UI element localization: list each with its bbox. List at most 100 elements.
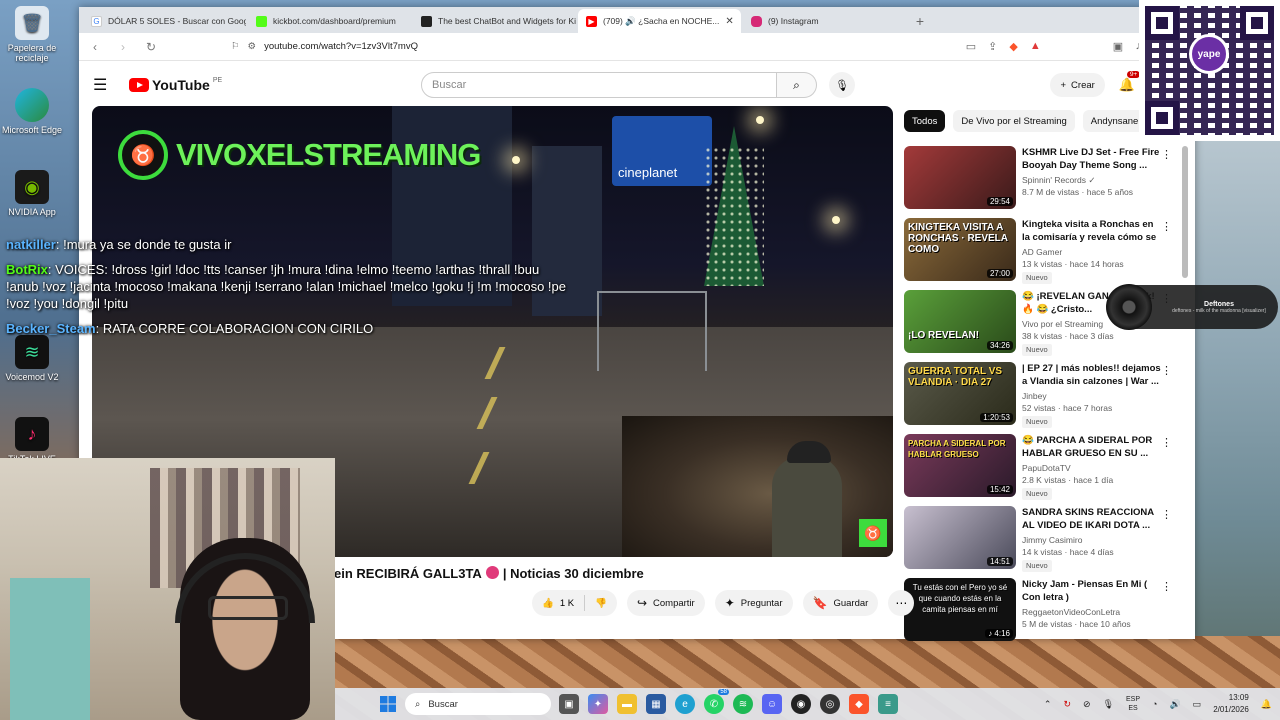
recommendation-item[interactable]: 29:54 KSHMR Live DJ Set - Free Fire Booy… [904,146,1174,218]
stream-brand: ♉ VIVOXELSTREAMING [118,130,481,180]
desktop-icon-recycle-bin[interactable]: 🗑 Papelera de reciclaje [0,6,64,63]
dislike-button[interactable]: 👎 [585,590,617,616]
video-thumbnail[interactable]: ¡LO REVELAN! 34:26 [904,290,1016,353]
chip-de-vivo[interactable]: De Vivo por el Streaming [953,110,1075,132]
webcam-overlay [0,458,335,720]
desktop-icon-tiktok[interactable]: ♪ TikTok LIVE [0,417,64,464]
streamer-cap [787,441,831,463]
recommendation-item[interactable]: KINGTEKA VISITA A RONCHAS · REVELA COMO … [904,218,1174,290]
edge-icon[interactable]: e [675,694,695,714]
video-thumbnail[interactable]: 14:51 [904,506,1016,569]
new-tab-button[interactable]: + [908,9,932,33]
wifi-icon[interactable]: ◔ [1152,699,1157,709]
like-button[interactable]: 👍 1 K [532,590,584,616]
brave-icon[interactable]: ◆ [849,694,869,714]
search-icon: ⌕ [415,698,421,710]
more-options-icon[interactable]: ⋮ [1161,220,1172,233]
search-input[interactable]: Buscar [421,72,777,98]
notification-bell-icon[interactable]: 🔔 [1261,699,1272,710]
nvidia-icon: ◉ [15,170,49,204]
sidebar-scrollbar[interactable] [1182,146,1188,638]
discord-icon[interactable]: ☺ [762,694,782,714]
video-thumbnail[interactable]: KINGTEKA VISITA A RONCHAS · REVELA COMO … [904,218,1016,281]
search-button[interactable]: ⌕ [777,72,817,98]
site-info-icon[interactable]: ⚙ [248,41,257,52]
cast-icon[interactable]: ▭ [966,40,976,53]
taskbar-search[interactable]: ⌕ Buscar [405,693,551,715]
notifications-button[interactable]: 🔔 9+ [1119,71,1141,93]
brave-rewards-icon[interactable]: ▲ [1030,40,1041,53]
url-field[interactable]: ⚐ ⚙ youtube.com/watch?v=1zv3Vlt7mvQ [231,41,418,52]
notepad-icon[interactable]: ≡ [878,694,898,714]
app-icon[interactable]: ◎ [820,694,840,714]
wallet-icon[interactable]: ▣ [1113,40,1123,53]
copilot-icon[interactable]: ✦ [588,694,608,714]
reload-icon[interactable]: ↻ [143,40,159,54]
chip-andynsane[interactable]: Andynsane [1082,110,1147,132]
microphone-icon[interactable]: 🎙 [1103,699,1114,710]
menu-icon[interactable]: ☰ [93,75,117,95]
desktop-icon-nvidia[interactable]: ◉ NVIDIA App [0,170,64,217]
create-button[interactable]: + Crear [1050,73,1105,97]
youtube-play-icon [129,78,149,92]
obs-icon[interactable]: ◉ [791,694,811,714]
video-thumbnail[interactable]: GUERRA TOTAL VS VLANDIA · DIA 27 1:20:53 [904,362,1016,425]
recommendation-item[interactable]: Tu estás con el Pero yo sé que cuando es… [904,578,1174,650]
tab-instagram[interactable]: (9) Instagram [743,9,906,33]
tab-kickbot[interactable]: kickbot.com/dashboard/premium [248,9,411,33]
video-thumbnail[interactable]: PARCHA A SIDERAL POR HABLAR GRUESO 15:42 [904,434,1016,497]
bookmark-icon: 🔖 [812,596,828,610]
store-icon[interactable]: ▦ [646,694,666,714]
stream-chat-overlay: natkiller: !mura ya se donde te gusta ir… [6,236,566,345]
brave-shield-icon[interactable]: ◆ [1009,40,1017,53]
voice-search-button[interactable]: 🎙 [829,72,855,98]
save-button[interactable]: 🔖 Guardar [802,590,879,616]
language-indicator[interactable]: ESP ES [1126,695,1140,713]
more-options-icon[interactable]: ⋮ [1161,364,1172,377]
more-actions-button[interactable]: ⋯ [888,590,915,616]
whatsapp-icon[interactable]: ✆ 58 [704,689,729,714]
file-explorer-icon[interactable]: ▬ [617,694,637,714]
network-off-icon[interactable]: ⊘ [1083,699,1091,710]
more-options-icon[interactable]: ⋮ [1161,580,1172,593]
share-icon[interactable]: ⇪ [988,40,997,53]
bookmark-icon[interactable]: ⚐ [231,41,240,52]
chip-todos[interactable]: Todos [904,110,946,132]
ask-button[interactable]: ✦ Preguntar [714,590,793,616]
volume-icon[interactable]: 🔊 [1169,699,1180,710]
task-view-icon[interactable]: ▣ [559,694,579,714]
wallpaper-sea [1195,140,1280,680]
recommendation-item[interactable]: 14:51 SANDRA SKINS REACCIONA AL VIDEO DE… [904,506,1174,578]
emoji-icon [485,566,499,579]
sync-icon[interactable]: ↻ [1063,699,1071,710]
tab-botrix[interactable]: The best ChatBot and Widgets for Ki... [413,9,576,33]
video-thumbnail[interactable]: Tu estás con el Pero yo sé que cuando es… [904,578,1016,641]
tab-google[interactable]: G DÓLAR 5 SOLES - Buscar con Google [83,9,246,33]
qr-finder [1145,101,1179,135]
recommendation-item[interactable]: PARCHA A SIDERAL POR HABLAR GRUESO 15:42… [904,434,1174,506]
desktop-icon-edge[interactable]: Microsoft Edge [0,88,64,135]
close-tab-icon[interactable]: ✕ [725,16,733,27]
chevron-up-icon[interactable]: ⌃ [1044,699,1052,710]
clock[interactable]: 13:09 2/01/2026 [1213,692,1249,716]
streamer-camera: ♉ [622,416,893,557]
tab-youtube[interactable]: ▶ (709) 🔊 ¿Sacha en NOCHE... ✕ [578,9,741,33]
back-icon[interactable]: ‹ [87,40,103,54]
share-button[interactable]: ↪ Compartir [626,590,705,616]
video-thumbnail[interactable]: 29:54 [904,146,1016,209]
more-options-icon[interactable]: ⋮ [1161,508,1172,521]
battery-icon[interactable]: ▭ [1193,699,1202,710]
lane-mark [484,347,506,379]
youtube-logo[interactable]: YouTube PE [129,77,222,93]
more-options-icon[interactable]: ⋮ [1161,436,1172,449]
youtube-icon: ▶ [586,15,597,27]
windows-start-icon[interactable] [380,696,396,712]
lane-mark [468,452,490,484]
more-options-icon[interactable]: ⋮ [1161,148,1172,161]
spotify-icon[interactable]: ≋ [733,694,753,714]
recommendation-item[interactable]: GUERRA TOTAL VS VLANDIA · DIA 27 1:20:53… [904,362,1174,434]
bull-logo-icon: ♉ [859,519,887,547]
botrix-icon [421,15,432,27]
scrollbar-thumb[interactable] [1182,146,1188,278]
forward-icon[interactable]: › [115,40,131,54]
